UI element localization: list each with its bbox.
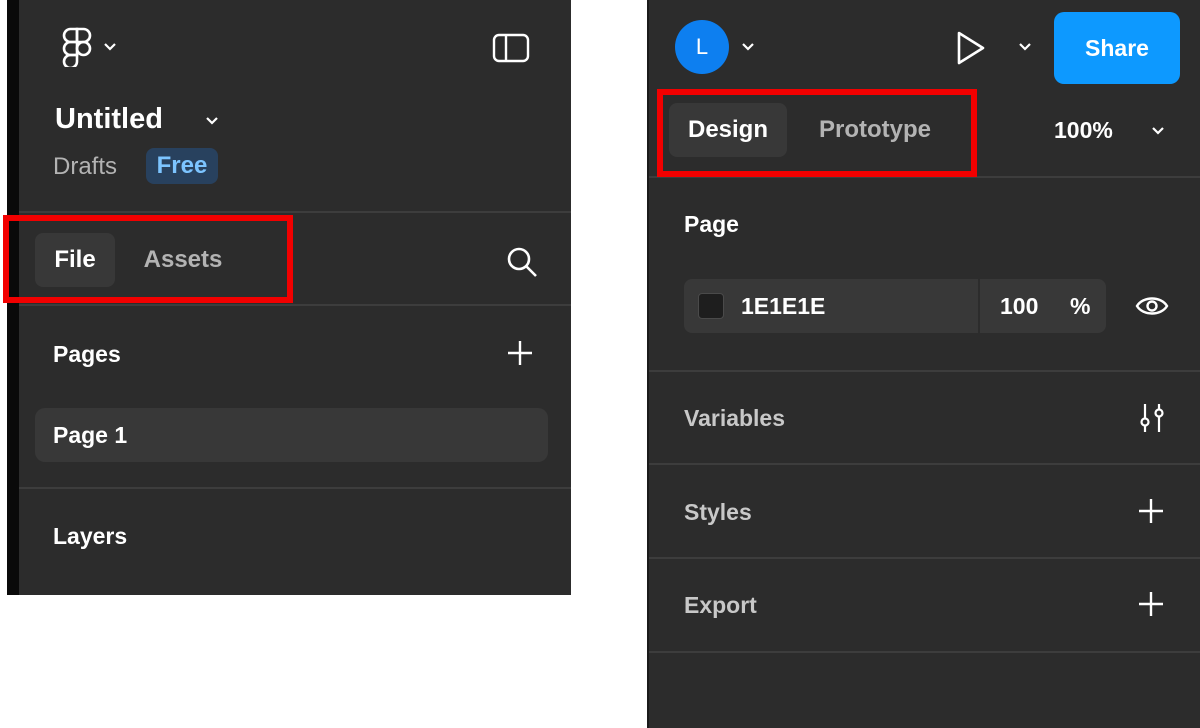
chevron-down-icon[interactable] (205, 116, 219, 126)
divider (19, 304, 571, 306)
opacity-value[interactable]: 100 (1000, 293, 1038, 320)
divider (19, 211, 571, 213)
opacity-unit: % (1070, 293, 1091, 319)
tab-design[interactable]: Design (669, 103, 787, 157)
left-sidebar-panel: Untitled Drafts Free File Assets Pages P… (7, 0, 571, 595)
chevron-down-icon[interactable] (1151, 126, 1165, 136)
plan-badge[interactable]: Free (146, 148, 218, 184)
figma-logo-icon[interactable] (62, 27, 92, 67)
file-title[interactable]: Untitled (55, 103, 163, 136)
add-export-plus-icon[interactable] (1137, 590, 1165, 618)
color-swatch[interactable] (698, 293, 724, 319)
pages-heading: Pages (53, 341, 121, 367)
background-hex-value[interactable]: 1E1E1E (741, 293, 825, 320)
styles-heading: Styles (684, 499, 752, 525)
right-properties-panel: L Share Design Prototype 100% Page 1E1E1… (647, 0, 1200, 728)
avatar[interactable]: L (675, 20, 729, 74)
divider (649, 176, 1200, 178)
divider (649, 557, 1200, 559)
project-location[interactable]: Drafts (53, 153, 117, 181)
tab-assets[interactable]: Assets (129, 233, 237, 287)
play-icon[interactable] (955, 30, 987, 66)
divider (649, 651, 1200, 653)
sliders-icon[interactable] (1137, 402, 1167, 434)
page-item[interactable]: Page 1 (35, 408, 548, 462)
eye-icon[interactable] (1135, 293, 1169, 319)
divider (649, 463, 1200, 465)
layers-heading: Layers (53, 523, 128, 549)
page-background-field[interactable]: 1E1E1E 100 % (684, 279, 1106, 333)
divider (649, 370, 1200, 372)
variables-heading: Variables (684, 405, 786, 431)
chevron-down-icon[interactable] (103, 42, 117, 52)
page-section-heading: Page (684, 211, 739, 237)
chevron-down-icon[interactable] (1018, 42, 1032, 52)
field-separator (978, 279, 980, 333)
tab-file[interactable]: File (35, 233, 115, 287)
zoom-level[interactable]: 100% (1054, 117, 1113, 144)
chevron-down-icon[interactable] (741, 42, 755, 52)
tab-prototype[interactable]: Prototype (801, 103, 949, 157)
divider (19, 487, 571, 489)
add-style-plus-icon[interactable] (1137, 497, 1165, 525)
share-button[interactable]: Share (1054, 12, 1180, 84)
export-heading: Export (684, 592, 757, 618)
sidebar-toggle-icon[interactable] (492, 33, 530, 63)
add-page-plus-icon[interactable] (506, 339, 534, 367)
search-icon[interactable] (505, 245, 539, 279)
